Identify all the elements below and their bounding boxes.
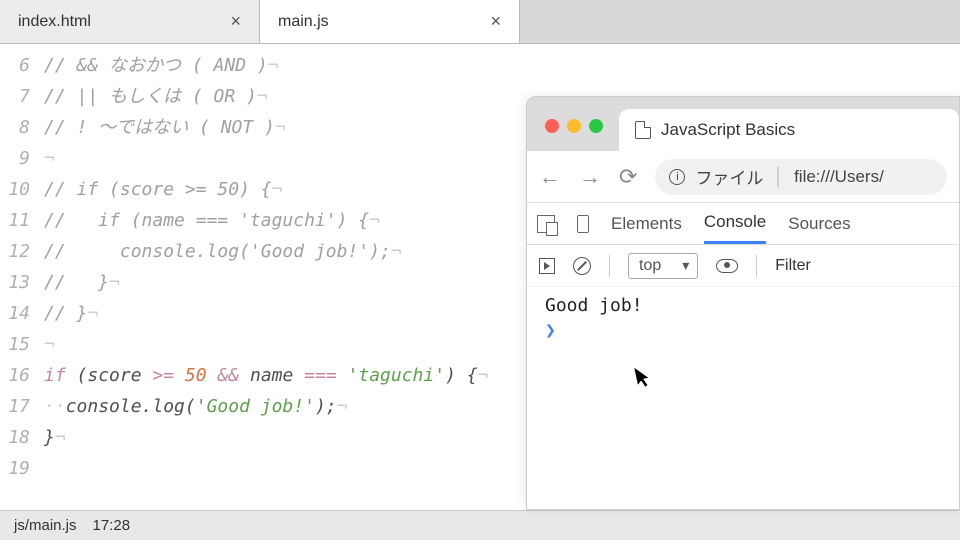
address-prefix: ファイル: [695, 164, 763, 189]
browser-window: JavaScript Basics ← → ⟳ i ファイル │ file://…: [526, 96, 960, 510]
line-number: 19: [0, 453, 44, 484]
zoom-window-icon[interactable]: [589, 119, 603, 133]
address-bar[interactable]: i ファイル │ file:///Users/: [655, 159, 947, 195]
filter-input[interactable]: Filter: [775, 257, 811, 275]
tab-main-js[interactable]: main.js ×: [260, 0, 520, 43]
line-number: 8: [0, 112, 44, 143]
live-expression-icon[interactable]: [716, 259, 738, 273]
browser-tab-title: JavaScript Basics: [661, 120, 795, 140]
console-output[interactable]: Good job! ❯: [527, 287, 959, 349]
device-toggle-icon[interactable]: [577, 215, 589, 233]
browser-tab[interactable]: JavaScript Basics: [619, 109, 959, 151]
show-sidebar-icon[interactable]: [539, 258, 555, 274]
line-number: 14: [0, 298, 44, 329]
browser-toolbar: ← → ⟳ i ファイル │ file:///Users/: [527, 151, 959, 203]
inspect-icon[interactable]: [537, 215, 555, 233]
console-line: Good job!: [545, 295, 941, 316]
separator: │: [773, 167, 784, 187]
browser-tabstrip: JavaScript Basics: [527, 97, 959, 151]
divider: [756, 255, 757, 277]
status-file: js/main.js: [14, 517, 77, 534]
clear-console-icon[interactable]: [573, 257, 591, 275]
line-number: 16: [0, 360, 44, 391]
reload-button[interactable]: ⟳: [619, 164, 637, 190]
line-number: 6: [0, 50, 44, 81]
line-number: 13: [0, 267, 44, 298]
editor-tab-bar: index.html × main.js ×: [0, 0, 960, 44]
line-number: 7: [0, 81, 44, 112]
status-bar: js/main.js 17:28: [0, 510, 960, 540]
info-icon[interactable]: i: [669, 169, 685, 185]
tab-elements[interactable]: Elements: [611, 205, 682, 243]
close-window-icon[interactable]: [545, 119, 559, 133]
line-number: 15: [0, 329, 44, 360]
line-number: 18: [0, 422, 44, 453]
code-line[interactable]: 6// && なおかつ ( AND )¬: [0, 50, 960, 81]
forward-button[interactable]: →: [579, 164, 601, 190]
tab-label: main.js: [278, 13, 329, 31]
console-toolbar: top Filter: [527, 245, 959, 287]
address-url: file:///Users/: [794, 167, 884, 187]
tab-index-html[interactable]: index.html ×: [0, 0, 260, 43]
tab-label: index.html: [18, 13, 91, 31]
close-icon[interactable]: ×: [230, 11, 241, 32]
close-icon[interactable]: ×: [490, 11, 501, 32]
line-number: 10: [0, 174, 44, 205]
line-number: 9: [0, 143, 44, 174]
line-number: 12: [0, 236, 44, 267]
devtools-tabs: Elements Console Sources: [527, 203, 959, 245]
line-content: // && なおかつ ( AND )¬: [44, 50, 960, 81]
page-icon: [635, 121, 651, 139]
divider: [609, 255, 610, 277]
status-cursor-pos: 17:28: [93, 517, 131, 534]
console-prompt[interactable]: ❯: [545, 316, 941, 341]
line-number: 17: [0, 391, 44, 422]
minimize-window-icon[interactable]: [567, 119, 581, 133]
window-controls: [527, 119, 619, 151]
tab-console[interactable]: Console: [704, 203, 766, 244]
line-number: 11: [0, 205, 44, 236]
tab-sources[interactable]: Sources: [788, 205, 850, 243]
back-button[interactable]: ←: [539, 164, 561, 190]
context-selector[interactable]: top: [628, 253, 698, 279]
